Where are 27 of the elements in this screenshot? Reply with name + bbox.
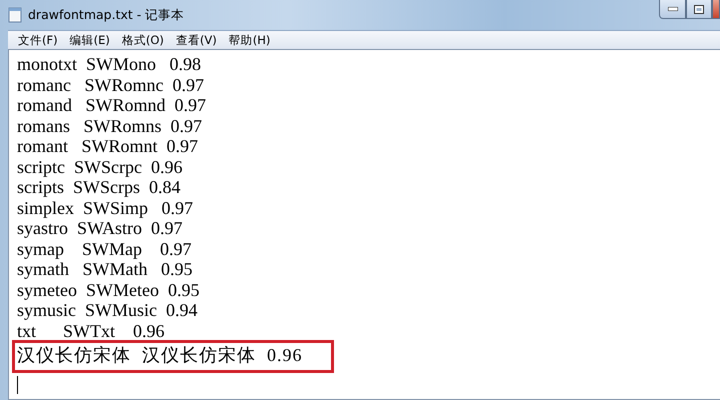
text-line: scripts SWScrps 0.84 — [17, 177, 180, 198]
window-title: drawfontmap.txt - 记事本 — [28, 6, 184, 24]
text-line: romand SWRomnd 0.97 — [17, 95, 206, 116]
text-line: romanc SWRomnc 0.97 — [17, 74, 204, 95]
minimize-button[interactable] — [659, 0, 686, 19]
menu-item[interactable]: 编辑(E) — [64, 32, 116, 48]
text-line: symap SWMap 0.97 — [17, 238, 192, 259]
text-line: monotxt SWMono 0.98 — [17, 54, 202, 74]
text-line: symeteo SWMeteo 0.95 — [17, 280, 200, 300]
minimize-icon — [668, 7, 678, 11]
text-line: romant SWRomnt 0.97 — [17, 136, 198, 156]
menu-item[interactable]: 格式(O) — [116, 32, 170, 48]
text-line: symusic SWMusic 0.94 — [17, 300, 198, 320]
menu-item[interactable]: 帮助(H) — [222, 32, 276, 48]
notepad-icon — [8, 7, 22, 23]
maximize-icon — [694, 4, 704, 14]
text-line: symath SWMath 0.95 — [17, 259, 192, 280]
highlighted-text-line: 汉仪长仿宋体 汉仪长仿宋体 0.96 — [15, 343, 330, 370]
text-line: txt SWTxt 0.96 — [17, 320, 164, 341]
text-line: simplex SWSimp 0.97 — [17, 198, 194, 218]
menu-item[interactable]: 文件(F) — [12, 32, 64, 48]
maximize-button[interactable] — [686, 0, 712, 19]
text-line: romans SWRomns 0.97 — [17, 116, 202, 136]
text-cursor — [17, 376, 18, 394]
text-line: scriptc SWScrpc 0.96 — [17, 156, 182, 177]
text-line: syastro SWAstro 0.97 — [17, 218, 182, 238]
menu-item[interactable]: 查看(V) — [170, 32, 223, 48]
